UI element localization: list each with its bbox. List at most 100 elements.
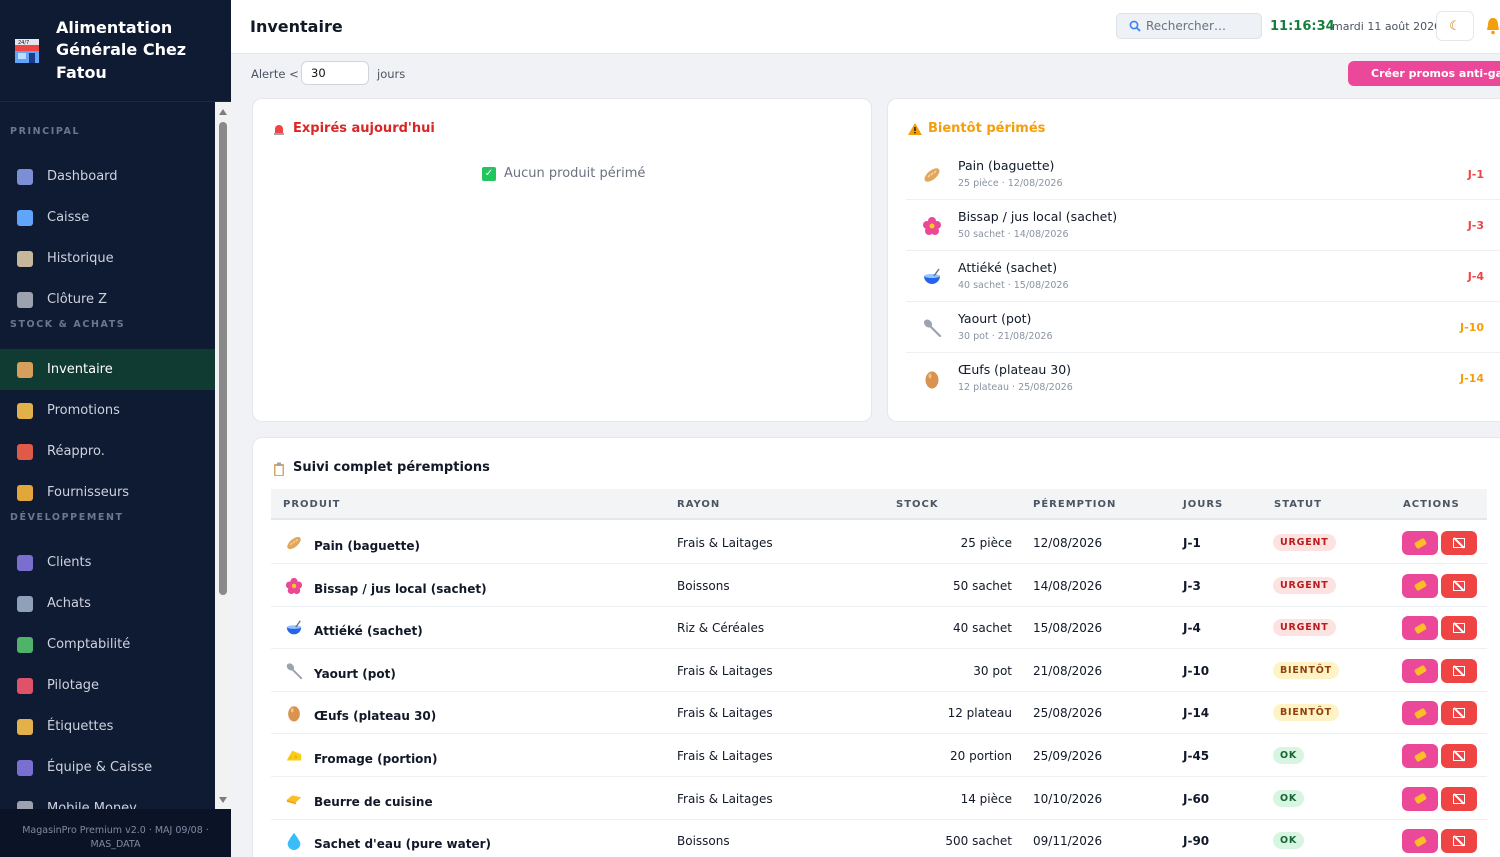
cell-rayon: Frais & Laitages [677,749,773,763]
bread-icon [922,165,942,185]
sidebar-item-clients[interactable]: Clients [0,542,215,583]
soon-item-name: Bissap / jus local (sachet) [958,209,1118,224]
cell-expiry: 25/09/2026 [1033,749,1103,763]
search-icon [1129,20,1141,32]
discard-action-button[interactable] [1441,573,1477,598]
create-promos-button[interactable]: Créer promos anti-gaspi [1348,61,1500,86]
box-icon [17,361,33,378]
sidebar-item-promotions[interactable]: Promotions [0,390,215,431]
cell-days: J-10 [1183,663,1210,678]
cell-expiry: 15/08/2026 [1033,621,1103,636]
sidebar-item-caisse[interactable]: Caisse [0,197,215,238]
alert-unit: jours [377,67,406,81]
bell-icon[interactable] [1486,17,1500,35]
status-badge: BIENTÔT [1273,704,1339,722]
discard-action-button[interactable] [1441,744,1477,768]
alert-days-input[interactable]: 30 [301,61,369,85]
cell-rayon: Boissons [677,578,730,593]
handshake-icon [17,484,33,501]
scroll-thumb[interactable] [219,122,227,595]
topbar: Inventaire Rechercher… 11:16:34 mardi 11… [231,0,1500,54]
sidebar-item-achats[interactable]: Achats [0,583,215,624]
chart-icon [17,168,33,185]
discard-action-button[interactable] [1441,531,1477,555]
promo-action-button[interactable] [1402,744,1438,768]
no-sale-icon [1453,623,1465,634]
phone-icon [17,800,33,809]
users-icon [17,554,33,571]
table-row: Attiéké (sachet) Riz & Céréales 40 sachet 1… [271,606,1487,650]
sidebar-item-label: Pilotage [47,678,100,693]
discard-action-button[interactable] [1441,616,1477,641]
bowl-icon [285,619,303,637]
tag-icon [1413,792,1427,805]
sidebar-item-dashboard[interactable]: Dashboard [0,156,215,197]
cheese-icon [285,747,303,765]
truck-icon [17,443,33,460]
promo-action-button[interactable] [1402,658,1438,683]
soon-item-days: J-14 [1460,372,1484,385]
soon-item-details: 12 plateau · 25/08/2026 [958,382,1073,393]
sidebar-item-fournisseurs[interactable]: Fournisseurs [0,472,215,513]
cell-rayon: Boissons [677,834,730,849]
tag-icon [17,402,33,419]
table-row: Beurre de cuisine Frais & Laitages 14 pièc… [271,777,1487,820]
theme-toggle-button[interactable]: ☾ [1436,11,1474,41]
no-sale-icon [1453,708,1465,719]
cell-product: Sachet d'eau (pure water) [314,837,491,852]
table-row: Pain (baguette) Frais & Laitages 25 pièce 1… [271,521,1487,564]
promo-action-button[interactable] [1402,573,1438,598]
sidebar-item-label: Clients [47,555,92,570]
sidebar-item--tiquettes[interactable]: Étiquettes [0,706,215,747]
sidebar-item-r-appro-[interactable]: Réappro. [0,431,215,472]
section-dev: DÉVELOPPEMENT [10,512,124,523]
cell-days: J-4 [1183,621,1201,636]
cell-stock: 25 pièce [960,536,1012,550]
sidebar-scrollbar[interactable] [215,102,231,809]
cell-product: Bissap / jus local (sachet) [314,581,487,596]
sidebar-item-label: Équipe & Caisse [47,760,153,775]
promo-action-button[interactable] [1402,829,1438,854]
sidebar-item-cl-ture-z[interactable]: Clôture Z [0,279,215,320]
search-input[interactable]: Rechercher… [1116,13,1262,39]
store-icon: 24/7 [12,36,42,66]
soon-item[interactable]: Bissap / jus local (sachet) 50 sachet · 1… [906,200,1500,251]
cell-expiry: 14/08/2026 [1033,578,1103,593]
sidebar-item-historique[interactable]: Historique [0,238,215,279]
no-sale-icon [1453,836,1465,847]
scroll-down-arrow[interactable] [219,797,227,803]
sidebar-item-label: Réappro. [47,444,105,459]
sidebar-item-inventaire[interactable]: Inventaire [0,349,215,390]
status-badge: BIENTÔT [1273,661,1339,679]
sidebar-item-mobile-money[interactable]: Mobile Money [0,788,215,809]
sidebar-item--quipe-caisse[interactable]: Équipe & Caisse [0,747,215,788]
discard-action-button[interactable] [1441,658,1477,683]
promo-action-button[interactable] [1402,531,1438,555]
page-title: Inventaire [250,17,343,36]
sidebar-item-comptabilit-[interactable]: Comptabilité [0,624,215,665]
butter-icon [285,790,303,808]
soon-item[interactable]: Yaourt (pot) 30 pot · 21/08/2026 J-10 [906,302,1500,353]
no-sale-icon [1453,665,1465,676]
label-icon [17,718,33,735]
promo-action-button[interactable] [1402,786,1438,811]
scroll-up-arrow[interactable] [219,109,227,115]
discard-action-button[interactable] [1441,786,1477,811]
siren-icon [273,123,285,135]
sidebar-item-pilotage[interactable]: Pilotage [0,665,215,706]
promo-action-button[interactable] [1402,616,1438,641]
soon-item[interactable]: Pain (baguette) 25 pièce · 12/08/2026 J-1 [906,149,1500,200]
cell-rayon: Frais & Laitages [677,536,773,550]
soon-item[interactable]: Attiéké (sachet) 40 sachet · 15/08/2026 J-… [906,251,1500,302]
expired-card: Expirés aujourd'hui ✓ Aucun produit péri… [252,98,872,422]
sidebar-item-label: Fournisseurs [47,485,130,500]
soon-item-name: Yaourt (pot) [958,311,1032,326]
discard-action-button[interactable] [1441,701,1477,726]
sidebar-item-label: Dashboard [47,169,118,184]
no-sale-icon [1453,580,1465,591]
th-jours: JOURS [1183,499,1224,510]
promo-action-button[interactable] [1402,701,1438,726]
discard-action-button[interactable] [1441,829,1477,854]
cell-days: J-1 [1183,536,1201,550]
soon-item[interactable]: Œufs (plateau 30) 12 plateau · 25/08/2026… [906,353,1500,404]
